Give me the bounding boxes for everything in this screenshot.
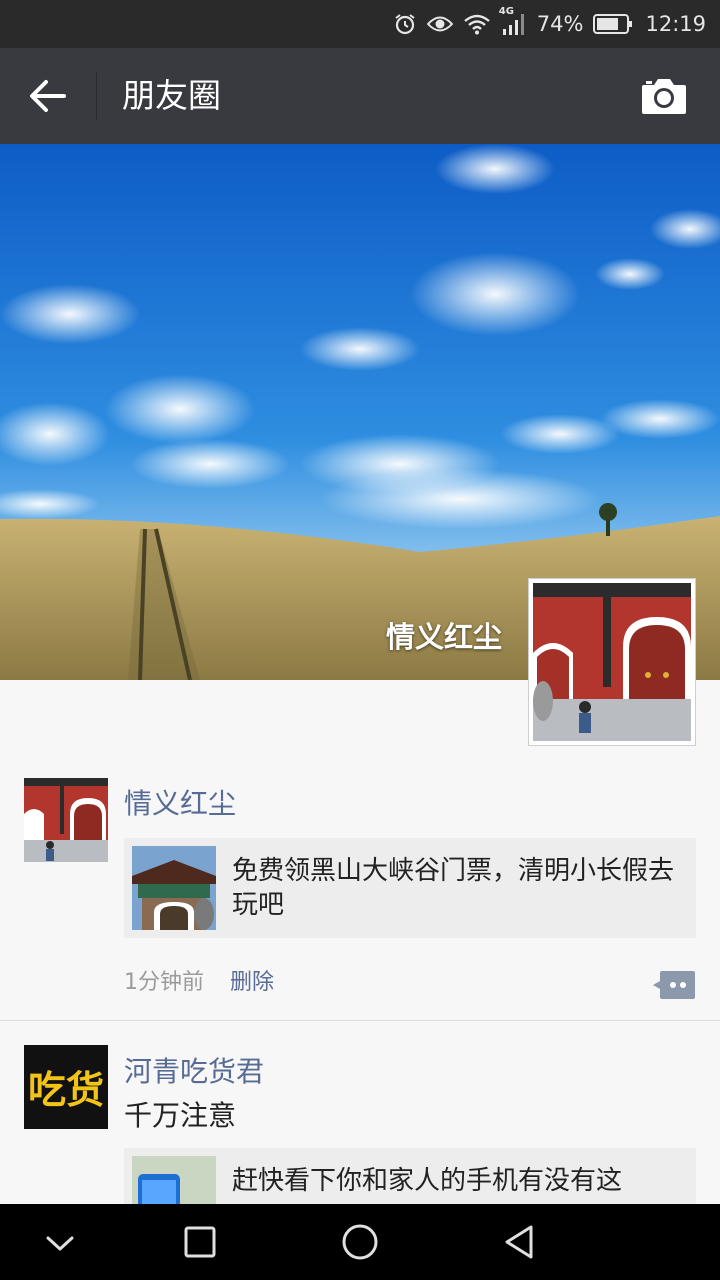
link-card[interactable]: 免费领黑山大峡谷门票，清明小长假去玩吧: [124, 838, 696, 938]
avatar[interactable]: [24, 778, 108, 862]
post-time: 1分钟前: [124, 970, 204, 995]
wifi-icon: [463, 13, 491, 35]
link-title: 免费领黑山大峡谷门票，清明小长假去玩吧: [232, 856, 675, 920]
profile-name: 情义红尘: [385, 620, 502, 654]
post-author[interactable]: 河青吃货君: [124, 1050, 264, 1090]
avatar[interactable]: 吃货: [24, 1045, 108, 1129]
home-icon[interactable]: [340, 1222, 380, 1262]
camera-icon[interactable]: [640, 76, 688, 116]
profile-avatar[interactable]: [528, 578, 696, 746]
collapse-icon[interactable]: [40, 1222, 80, 1262]
header-divider: [96, 72, 97, 120]
signal-icon: 4G: [499, 6, 527, 36]
post-author[interactable]: 情义红尘: [124, 782, 236, 822]
navigation-bar: [0, 1204, 720, 1280]
network-type: 4G: [498, 6, 514, 17]
delete-link[interactable]: 删除: [230, 964, 274, 996]
recents-icon[interactable]: [180, 1222, 220, 1262]
eye-icon: [426, 13, 453, 35]
status-bar: 4G 74% 12:19: [0, 0, 720, 48]
link-title: 赶快看下你和家人的手机有没有这: [232, 1166, 623, 1196]
back-arrow-icon[interactable]: [26, 78, 72, 114]
battery-percent: 74%: [536, 12, 584, 36]
avatar-text: 吃货: [27, 1068, 104, 1112]
battery-icon: [593, 13, 633, 35]
back-icon[interactable]: [500, 1222, 540, 1262]
comment-icon[interactable]: [652, 969, 696, 1001]
page-title: 朋友圈: [122, 76, 221, 115]
clock: 12:19: [645, 12, 706, 36]
divider: [0, 1020, 720, 1021]
link-thumbnail: [132, 846, 216, 930]
action-bar: 朋友圈: [0, 48, 720, 144]
alarm-icon: [393, 12, 417, 36]
post-text: 千万注意: [124, 1099, 237, 1132]
